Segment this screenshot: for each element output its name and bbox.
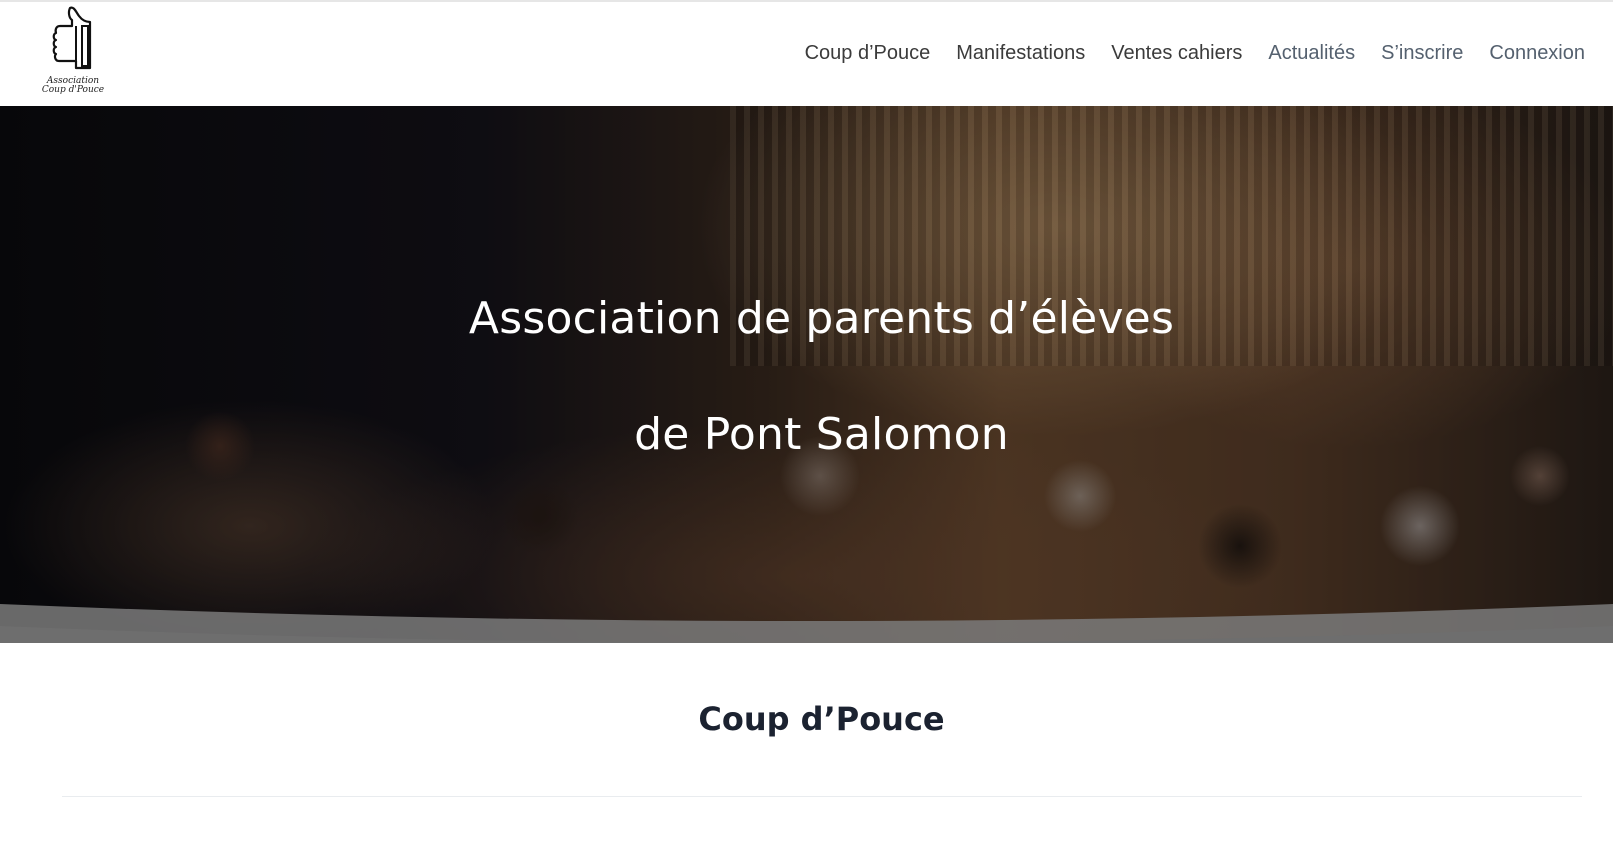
hero-title-line2: de Pont Salomon [634, 409, 1009, 460]
nav-item-connexion[interactable]: Connexion [1489, 42, 1585, 65]
thumbs-up-icon [52, 6, 92, 70]
nav-item-coup-dpouce[interactable]: Coup d’Pouce [805, 42, 931, 65]
hero-title: Association de parents d’élèves de Pont … [0, 261, 1613, 493]
hero-bottom-curve [0, 604, 1613, 643]
nav-item-manifestations[interactable]: Manifestations [956, 42, 1085, 65]
nav-item-sinscrire[interactable]: S’inscrire [1381, 42, 1463, 65]
main-nav: Coup d’Pouce Manifestations Ventes cahie… [805, 42, 1585, 65]
nav-item-actualites[interactable]: Actualités [1268, 42, 1355, 65]
site-header: Association Coup d'Pouce Coup d’Pouce Ma… [0, 2, 1613, 106]
section-divider [62, 796, 1582, 797]
section-title: Coup d’Pouce [698, 700, 945, 738]
hero-banner: Association de parents d’élèves de Pont … [0, 106, 1613, 643]
logo-text-line2: Coup d'Pouce [41, 85, 105, 95]
site-logo[interactable]: Association Coup d'Pouce [40, 4, 106, 104]
hero-title-line1: Association de parents d’élèves [468, 293, 1175, 344]
nav-item-ventes-cahiers[interactable]: Ventes cahiers [1111, 42, 1242, 65]
